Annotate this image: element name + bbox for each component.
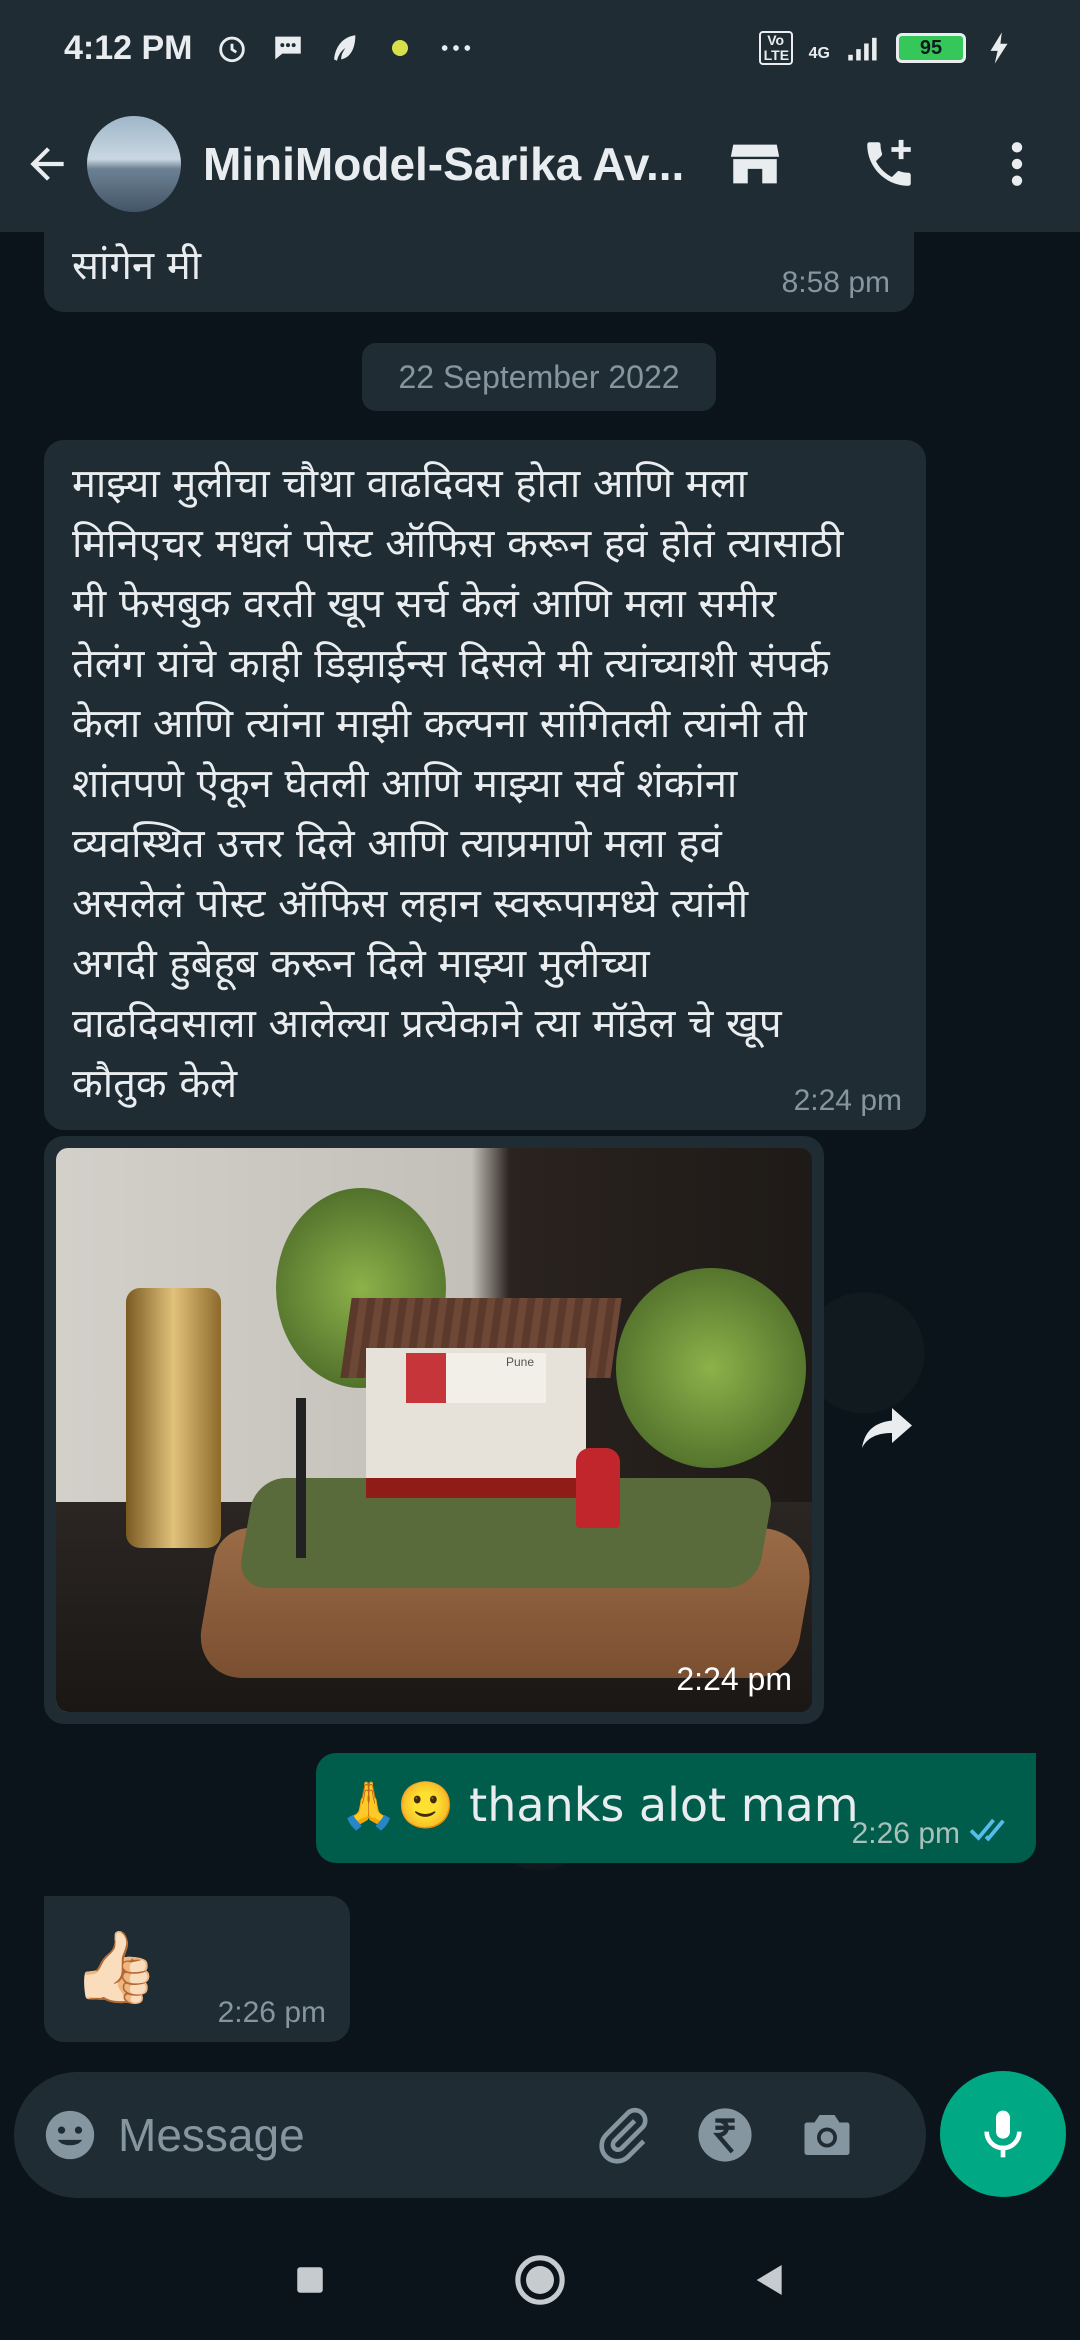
system-nav-bar <box>0 2220 1080 2340</box>
date-divider: 22 September 2022 <box>362 343 716 411</box>
message-line: असलेलं पोस्ट ऑफिस लहान स्वरूपामध्ये त्या… <box>72 881 749 927</box>
message-line: व्यवस्थित उत्तर दिले आणि त्याप्रमाणे मला… <box>72 821 722 867</box>
message-bubble-outgoing[interactable]: 🙏🙂 thanks alot mam 2:26 pm <box>316 1753 1036 1863</box>
message-bubble-incoming[interactable]: सांगेन मी 8:58 pm <box>44 216 914 312</box>
message-text: सांगेन मी <box>72 243 202 289</box>
message-bubble-incoming[interactable]: माझ्या मुलीचा चौथा वाढदिवस होता आणि मला … <box>44 440 926 1130</box>
message-line: मिनिएचर मधलं पोस्ट ऑफिस करून हवं होतं त्… <box>72 521 844 567</box>
message-time: 8:58 pm <box>781 266 890 299</box>
back-arrow-icon[interactable] <box>16 132 79 196</box>
mic-icon[interactable] <box>940 2071 1066 2197</box>
attach-icon[interactable] <box>578 2090 668 2180</box>
chat-header: MiniModel-Sarika Av... <box>0 96 1080 232</box>
message-time: 2:26 pm <box>851 1817 960 1850</box>
volte-badge: Vo LTE <box>758 31 793 65</box>
emoji-icon[interactable] <box>34 2099 106 2171</box>
add-call-icon[interactable] <box>842 116 936 212</box>
message-composer <box>14 2072 926 2198</box>
status-bar: 4:12 PM Vo LTE 4G 95 <box>0 0 1080 96</box>
feather-icon <box>327 31 361 65</box>
battery-indicator: 95 <box>896 33 966 63</box>
alarm-icon <box>215 31 249 65</box>
more-dots-icon <box>439 31 473 65</box>
status-time: 4:12 PM <box>64 28 193 67</box>
message-line: माझ्या मुलीचा चौथा वाढदिवस होता आणि मला <box>72 461 748 507</box>
contact-name[interactable]: MiniModel-Sarika Av... <box>203 137 694 191</box>
message-line: मी फेसबुक वरती खूप सर्च केलं आणि मला समी… <box>72 581 777 627</box>
message-line: केला आणि त्यांना माझी कल्पना सांगितली त्… <box>72 701 807 747</box>
message-time: 2:24 pm <box>793 1084 902 1117</box>
store-icon[interactable] <box>707 116 801 212</box>
menu-dots-icon[interactable] <box>970 116 1064 212</box>
message-input[interactable] <box>118 2100 558 2170</box>
message-line: अगदी हुबेहूब करून दिले माझ्या मुलीच्या <box>72 941 650 987</box>
message-line: शांतपणे ऐकून घेतली आणि माझ्या सर्व शंकां… <box>72 761 738 807</box>
message-line: कौतुक केले <box>72 1061 238 1107</box>
camera-icon[interactable] <box>782 2090 872 2180</box>
message-bubble-incoming[interactable]: 👍🏻 2:26 pm <box>44 1896 350 2042</box>
message-icon <box>271 31 305 65</box>
charging-icon <box>982 31 1016 65</box>
recents-square-icon[interactable] <box>275 2245 345 2315</box>
message-line: तेलंग यांचे काही डिझाईन्स दिसले मी त्यां… <box>72 641 830 687</box>
message-text: 👍🏻 <box>72 1926 160 2008</box>
dot-icon <box>383 31 417 65</box>
network-label: 4G <box>808 45 830 62</box>
contact-avatar[interactable] <box>86 116 181 212</box>
forward-icon[interactable] <box>852 1393 922 1463</box>
message-time: 2:26 pm <box>217 1996 326 2029</box>
message-text: 🙏🙂 thanks alot mam <box>340 1778 859 1832</box>
back-triangle-icon[interactable] <box>735 2245 805 2315</box>
read-receipt-icon <box>968 1814 1016 1849</box>
message-line: वाढदिवसाला आलेल्या प्रत्येकाने त्या मॉडे… <box>72 1001 782 1047</box>
post-office-model-photo[interactable]: Pune 2:24 pm <box>56 1148 812 1712</box>
rupee-payment-icon[interactable] <box>680 2090 770 2180</box>
image-time: 2:24 pm <box>676 1661 792 1697</box>
post-sign-text: Pune <box>506 1355 535 1369</box>
battery-level: 95 <box>919 36 943 59</box>
signal-icon <box>846 31 880 65</box>
home-circle-icon[interactable] <box>505 2245 575 2315</box>
